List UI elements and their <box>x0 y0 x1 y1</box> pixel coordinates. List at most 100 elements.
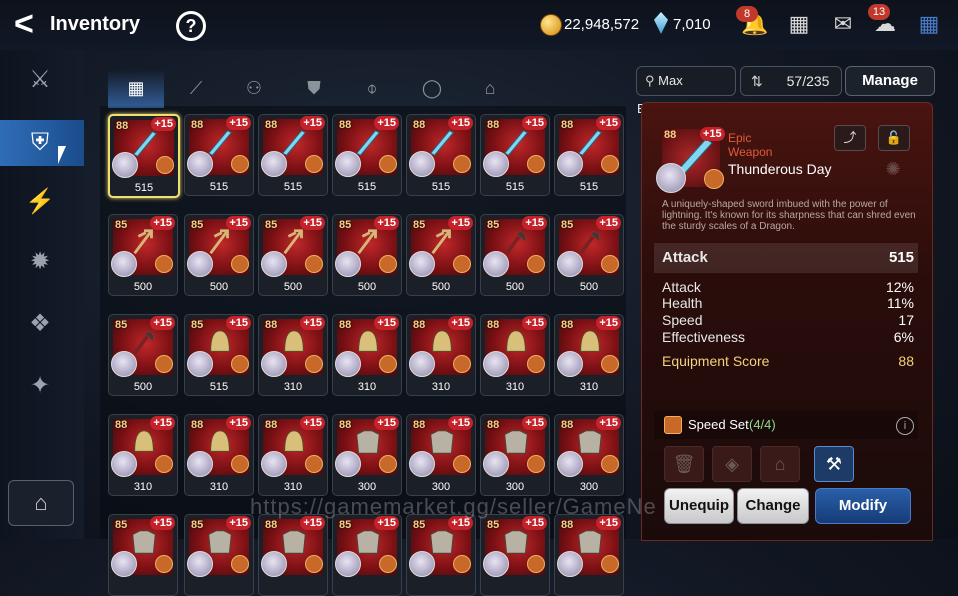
equipped-hero-avatar <box>409 451 435 477</box>
equipment-card[interactable]: 88 +15 515 <box>258 114 328 196</box>
item-enhance-badge: +15 <box>300 216 325 230</box>
item-main-stat: 300 <box>579 481 599 493</box>
sidebar-consumable-icon[interactable]: ❖ <box>14 302 66 346</box>
extract-icon[interactable]: ◈ <box>712 446 752 482</box>
tab-boots-icon[interactable]: ⌂ <box>462 70 518 106</box>
info-icon[interactable]: i <box>896 417 914 435</box>
equipment-card[interactable]: 85 +15 <box>108 514 178 596</box>
item-enhance-badge: +15 <box>374 416 399 430</box>
item-enhance-badge: +15 <box>374 216 399 230</box>
equipment-card[interactable]: 85 +15 <box>332 514 402 596</box>
equipment-card[interactable]: 85 +15 500 <box>332 214 402 296</box>
tab-weapon-icon[interactable]: ⟋ <box>168 70 224 106</box>
sidebar-equipment-icon[interactable]: ⚔ <box>14 58 66 102</box>
equipment-card[interactable]: 88 +15 310 <box>406 314 476 396</box>
enhance-hammer-icon[interactable]: ⚒ <box>814 446 854 482</box>
share-icon[interactable]: ⤴ <box>834 125 866 151</box>
sidebar-artifact-icon[interactable]: ⚡ <box>14 180 66 224</box>
item-armor-icon <box>430 530 454 554</box>
equipment-card[interactable]: 85 +15 <box>406 514 476 596</box>
item-level: 85 <box>413 519 426 531</box>
equipment-card[interactable]: 88 +15 300 <box>332 414 402 496</box>
equipment-card[interactable]: 88 +15 <box>258 514 328 596</box>
storage-button[interactable]: ⌂ <box>8 480 74 526</box>
sort-icon: ⇅ <box>751 73 763 89</box>
set-icon <box>379 255 397 273</box>
item-axe-icon <box>579 229 601 255</box>
help-icon[interactable]: ? <box>176 11 206 41</box>
equipment-card[interactable]: 85 +15 500 <box>108 214 178 296</box>
equipment-card[interactable]: 88 +15 310 <box>332 314 402 396</box>
substat-label: Speed <box>662 312 703 328</box>
equipment-card[interactable]: 88 +15 515 <box>108 114 180 198</box>
item-main-stat: 310 <box>283 381 303 393</box>
item-sword-icon <box>356 130 380 156</box>
equipment-card[interactable]: 85 +15 500 <box>108 314 178 396</box>
equipped-hero-avatar <box>261 151 287 177</box>
equipment-card[interactable]: 88 +15 300 <box>480 414 550 496</box>
equipment-card[interactable]: 88 +15 <box>554 514 624 596</box>
item-enhance-badge: +15 <box>374 316 399 330</box>
item-level: 88 <box>561 119 574 131</box>
item-level: 88 <box>265 319 278 331</box>
gift-shop-icon[interactable]: ▦ <box>784 10 814 38</box>
item-level: 85 <box>191 519 204 531</box>
modify-button[interactable]: Modify <box>815 488 911 524</box>
equipment-card[interactable]: 88 +15 310 <box>184 414 254 496</box>
back-arrow-icon[interactable]: < <box>14 7 44 42</box>
item-level: 88 <box>487 419 500 431</box>
equipped-hero-avatar <box>111 551 137 577</box>
equipment-card[interactable]: 88 +15 310 <box>258 414 328 496</box>
gold-amount: 22,948,572 <box>564 16 640 33</box>
equipment-card[interactable]: 85 +15 500 <box>184 214 254 296</box>
item-main-stat: 310 <box>431 381 451 393</box>
max-enhance-filter-button[interactable]: ⚲ Max Enhance <box>636 66 736 116</box>
set-icon <box>453 555 471 573</box>
unlock-icon[interactable]: 🔓 <box>878 125 910 151</box>
equipment-card[interactable]: 88 +15 515 <box>184 114 254 196</box>
equipment-card[interactable]: 85 +15 515 <box>184 314 254 396</box>
equipment-card[interactable]: 88 +15 310 <box>480 314 550 396</box>
equipment-card[interactable]: 88 +15 310 <box>554 314 624 396</box>
unequip-button[interactable]: Unequip <box>664 488 734 524</box>
storage-move-icon[interactable]: ⌂ <box>760 446 800 482</box>
equipment-card[interactable]: 85 +15 500 <box>480 214 550 296</box>
equipment-card[interactable]: 88 +15 515 <box>554 114 624 196</box>
equipment-card[interactable]: 85 +15 500 <box>554 214 624 296</box>
equipped-hero-avatar <box>335 151 361 177</box>
tab-helmet-icon[interactable]: ⚇ <box>226 70 282 106</box>
item-enhance-badge: +15 <box>150 416 175 430</box>
equipment-card[interactable]: 85 +15 <box>184 514 254 596</box>
equipment-card[interactable]: 88 +15 300 <box>554 414 624 496</box>
item-helm-icon <box>210 430 230 452</box>
tab-all-icon[interactable]: ▦ <box>108 70 164 108</box>
equipment-card[interactable]: 85 +15 500 <box>258 214 328 296</box>
item-level: 85 <box>191 319 204 331</box>
page-title: Inventory <box>50 13 141 35</box>
item-level: 85 <box>115 519 128 531</box>
menu-grid-icon[interactable]: ▦ <box>914 10 944 38</box>
substat-label: Attack <box>662 279 701 295</box>
equipment-card[interactable]: 88 +15 300 <box>406 414 476 496</box>
change-button[interactable]: Change <box>737 488 809 524</box>
item-level: 88 <box>265 519 278 531</box>
tab-ring-icon[interactable]: ◯ <box>404 70 460 106</box>
equipment-card[interactable]: 88 +15 310 <box>258 314 328 396</box>
sell-trash-icon[interactable]: 🗑 <box>664 446 704 482</box>
sidebar-chest-icon[interactable]: ✦ <box>14 364 66 408</box>
tab-necklace-icon[interactable]: ⌽ <box>344 70 400 106</box>
equipment-card[interactable]: 88 +15 515 <box>332 114 402 196</box>
mail-icon[interactable]: ✉ <box>828 10 858 38</box>
equipment-card[interactable]: 85 +15 <box>480 514 550 596</box>
equipment-score-label: Equipment Score <box>662 353 770 369</box>
set-icon <box>155 355 173 373</box>
equipment-card[interactable]: 88 +15 515 <box>480 114 550 196</box>
equipment-card[interactable]: 88 +15 310 <box>108 414 178 496</box>
item-description: A uniquely-shaped sword imbued with the … <box>662 199 916 232</box>
tab-armor-icon[interactable]: ⛊ <box>286 70 342 106</box>
equipment-card[interactable]: 85 +15 500 <box>406 214 476 296</box>
sidebar-material-icon[interactable]: ✹ <box>14 240 66 284</box>
equipped-hero-avatar <box>261 251 287 277</box>
equipment-card[interactable]: 88 +15 515 <box>406 114 476 196</box>
manage-button[interactable]: Manage <box>845 66 935 96</box>
